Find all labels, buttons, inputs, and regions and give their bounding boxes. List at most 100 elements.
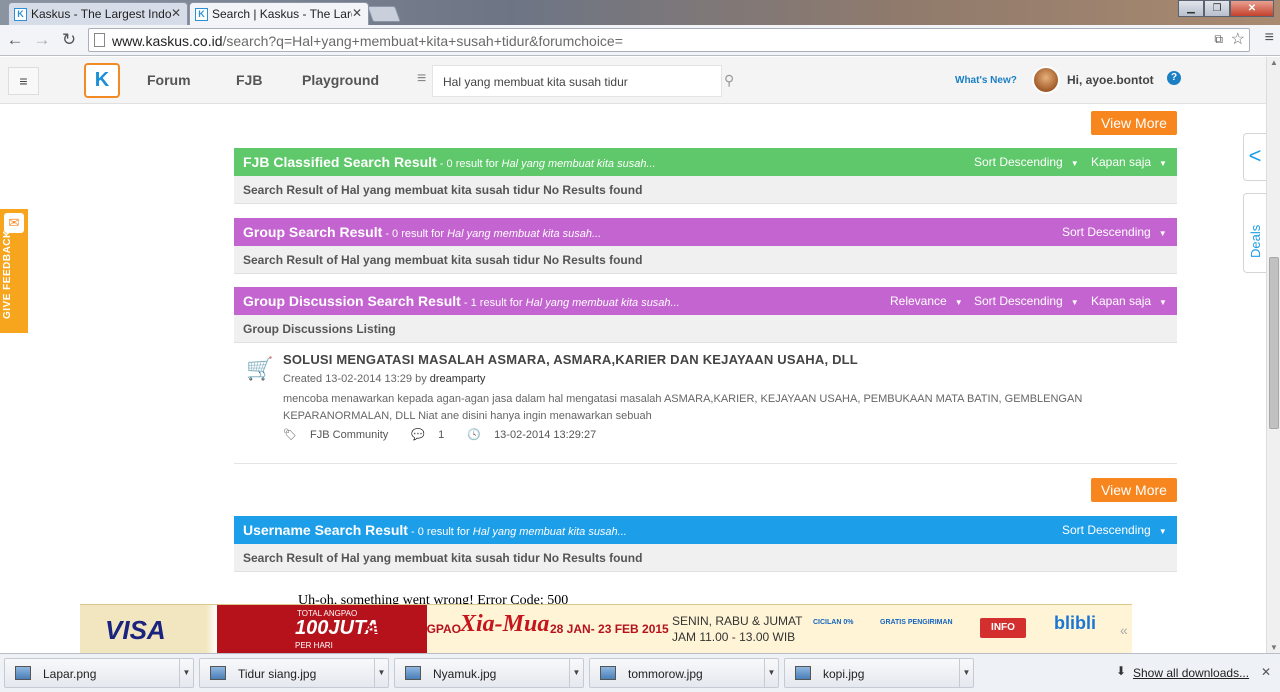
address-bar[interactable]: www.kaskus.co.id/search?q=Hal+yang+membu… [88, 28, 1250, 52]
sort-dropdown[interactable]: Sort Descending ▼ [974, 294, 1079, 308]
window-close-button[interactable]: ✕ [1230, 0, 1274, 17]
caret-down-icon: ▼ [1158, 527, 1167, 536]
promo-schedule: SENIN, RABU & JUMAT JAM 11.00 - 13.00 WIB [672, 614, 803, 644]
browser-tab-search[interactable]: K Search | Kaskus - The Larg ✕ [189, 2, 369, 25]
caret-down-icon: ▼ [959, 659, 973, 687]
section-title: Username Search Result [243, 522, 408, 538]
page-icon [94, 33, 105, 47]
cicilan-badge: CICILAN 0% [813, 619, 854, 626]
sort-dropdown[interactable]: Sort Descending ▼ [974, 155, 1079, 169]
browser-tab-kaskus[interactable]: K Kaskus - The Largest Indo ✕ [8, 2, 188, 25]
time-dropdown[interactable]: Kapan saja ▼ [1091, 294, 1167, 308]
result-title[interactable]: SOLUSI MENGATASI MASALAH ASMARA, ASMARA,… [283, 352, 858, 367]
nav-forum[interactable]: Forum [147, 72, 191, 88]
side-collapse-arrow-icon[interactable]: < [1243, 133, 1266, 181]
download-item[interactable]: Lapar.png ▼ [4, 658, 194, 688]
help-icon[interactable]: ? [1167, 71, 1181, 85]
avatar[interactable] [1032, 66, 1060, 94]
close-tab-icon[interactable]: ✕ [171, 6, 181, 20]
minimize-button[interactable]: ▁ [1178, 0, 1204, 17]
section-title: Group Search Result [243, 224, 383, 240]
search-input[interactable]: Hal yang membuat kita susah tidur [432, 65, 722, 97]
kaskus-logo[interactable]: K [84, 63, 120, 98]
translate-icon[interactable]: ⧉ [1214, 32, 1223, 47]
sort-dropdown[interactable]: Sort Descending ▼ [1062, 225, 1167, 239]
close-tab-icon[interactable]: ✕ [352, 6, 362, 20]
download-item[interactable]: tommorow.jpg ▼ [589, 658, 779, 688]
download-arrow-icon: ⬇ [1116, 664, 1127, 678]
caret-down-icon: ▼ [1158, 229, 1167, 238]
nav-playground[interactable]: Playground [302, 72, 379, 88]
comment-icon: 💬 [411, 429, 426, 441]
username-no-results: Search Result of Hal yang membuat kita s… [234, 544, 1177, 572]
result-count: - 1 result for [460, 297, 526, 309]
forward-icon[interactable]: → [31, 29, 53, 51]
window-controls: ▁ ❐ ✕ [1178, 0, 1274, 18]
result-query: Hal yang membuat kita susah... [447, 228, 602, 240]
tab-title: Kaskus - The Largest Indo [31, 7, 171, 21]
result-query: Hal yang membuat kita susah... [525, 297, 680, 309]
ad-banner[interactable]: VISA TOTAL ANGPAO 100JUTA PER HARI REJEK… [80, 604, 1132, 653]
group-no-results: Search Result of Hal yang membuat kita s… [234, 246, 1177, 274]
result-query: Hal yang membuat kita susah... [472, 526, 627, 538]
browser-menu-icon[interactable]: ≡ [1265, 29, 1274, 47]
view-more-button[interactable]: View More [1091, 478, 1177, 502]
result-description: mencoba menawarkan kepada agan-agan jasa… [283, 393, 1083, 422]
community-link[interactable]: 🏷 FJB Community [283, 429, 398, 441]
caret-down-icon: ▼ [179, 659, 193, 687]
scroll-up-icon: ▲ [1270, 58, 1278, 67]
promo-dates: 28 JAN- 23 FEB 2015 [550, 622, 669, 636]
ad-collapse-icon[interactable]: « [1120, 622, 1128, 638]
file-icon [405, 666, 421, 680]
relevance-dropdown[interactable]: Relevance ▼ [890, 294, 963, 308]
kaskus-favicon-icon: K [14, 8, 27, 21]
caret-down-icon: ▼ [1070, 159, 1079, 168]
search-result-item: 🛒 SOLUSI MENGATASI MASALAH ASMARA, ASMAR… [234, 342, 1177, 464]
view-more-button[interactable]: View More [1091, 111, 1177, 135]
page-scrollbar[interactable]: ▲ ▼ [1266, 57, 1280, 653]
tag-icon: 🏷 [283, 429, 297, 441]
author-link[interactable]: dreamparty [430, 373, 486, 385]
search-icon[interactable]: ⚲ [724, 72, 734, 89]
result-timestamp: 🕓 13-02-2014 13:29:27 [467, 429, 597, 441]
bookmark-star-icon[interactable]: ☆ [1231, 29, 1245, 49]
time-dropdown[interactable]: Kapan saja ▼ [1091, 155, 1167, 169]
result-count: - 0 result for [436, 158, 502, 170]
deals-tab[interactable]: Deals [1243, 193, 1266, 273]
download-item[interactable]: Nyamuk.jpg ▼ [394, 658, 584, 688]
info-button[interactable]: INFO [980, 618, 1026, 638]
scroll-down-icon: ▼ [1270, 643, 1278, 652]
caret-down-icon: ▼ [1159, 159, 1167, 168]
result-meta: Created 13-02-2014 13:29 by dreamparty [283, 373, 486, 385]
shopping-cart-icon: 🛒 [246, 356, 274, 381]
fjb-no-results: Search Result of Hal yang membuat kita s… [234, 176, 1177, 204]
visa-logo: VISA [105, 615, 166, 645]
clock-icon: 🕓 [467, 429, 481, 441]
whats-new-link[interactable]: What's New? [955, 75, 1017, 86]
result-count: - 0 result for [382, 228, 448, 240]
sort-dropdown[interactable]: Sort Descending ▼ [1062, 523, 1167, 537]
scrollbar-thumb[interactable] [1269, 257, 1279, 429]
download-item[interactable]: kopi.jpg ▼ [784, 658, 974, 688]
give-feedback-tab[interactable]: ✉ GIVE FEEDBACK [0, 209, 28, 333]
back-icon[interactable]: ← [4, 29, 26, 51]
maximize-button[interactable]: ❐ [1204, 0, 1230, 17]
file-icon [15, 666, 31, 680]
nav-fjb[interactable]: FJB [236, 72, 262, 88]
caret-down-icon: ▼ [764, 659, 778, 687]
file-icon [210, 666, 226, 680]
new-tab-button[interactable] [367, 6, 401, 22]
download-item[interactable]: Tidur siang.jpg ▼ [199, 658, 389, 688]
url-text[interactable]: www.kaskus.co.id/search?q=Hal+yang+membu… [112, 33, 623, 49]
show-all-downloads-link[interactable]: Show all downloads... [1133, 666, 1249, 680]
search-options-icon[interactable]: ≡ [417, 70, 426, 88]
file-icon [795, 666, 811, 680]
kaskus-favicon-icon: K [195, 8, 208, 21]
hamburger-menu-button[interactable]: ≡ [8, 67, 39, 95]
user-greeting[interactable]: Hi, ayoe.bontot [1067, 73, 1154, 87]
promo-sub: PER HARI [295, 641, 333, 650]
rejeki-text: REJEKI ANGPAO [363, 622, 462, 636]
close-downloads-icon[interactable]: ✕ [1261, 665, 1271, 679]
caret-down-icon: ▼ [954, 298, 963, 307]
reload-icon[interactable]: ↻ [58, 29, 80, 51]
